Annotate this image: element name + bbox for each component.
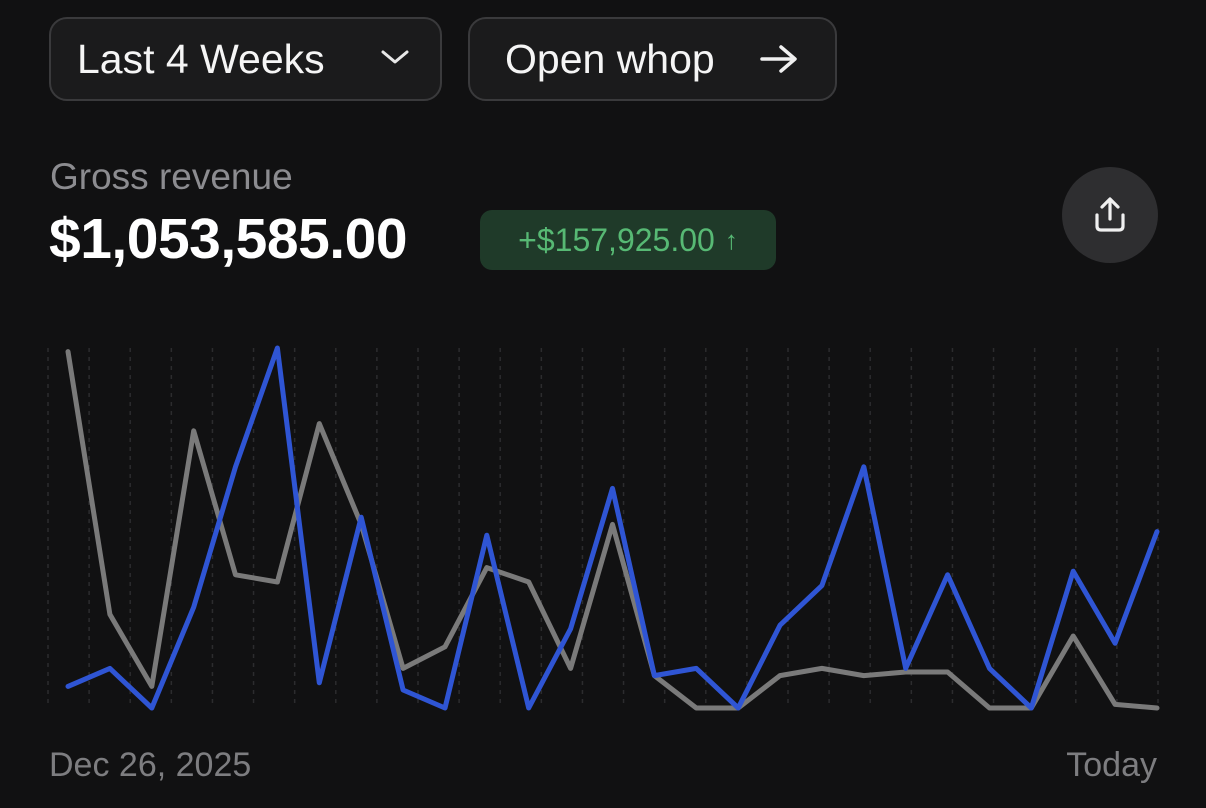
arrow-up-icon: ↑ xyxy=(724,224,738,255)
open-whop-label: Open whop xyxy=(505,35,715,82)
date-range-dropdown[interactable]: Last 4 Weeks xyxy=(49,17,442,101)
chevron-down-icon xyxy=(381,50,409,64)
share-icon xyxy=(1095,197,1125,232)
open-whop-button[interactable]: Open whop xyxy=(468,17,837,101)
metric-label: Gross revenue xyxy=(50,156,293,197)
revenue-chart xyxy=(47,345,1160,711)
share-button[interactable] xyxy=(1062,167,1158,263)
delta-value: +$157,925.00 xyxy=(518,221,715,258)
arrow-right-icon xyxy=(760,45,797,73)
metric-value: $1,053,585.00 xyxy=(49,207,408,271)
x-axis-start-label: Dec 26, 2025 xyxy=(49,746,252,784)
x-axis-end-label: Today xyxy=(1066,746,1157,784)
date-range-label: Last 4 Weeks xyxy=(77,35,325,82)
delta-badge: +$157,925.00 ↑ xyxy=(480,210,776,270)
